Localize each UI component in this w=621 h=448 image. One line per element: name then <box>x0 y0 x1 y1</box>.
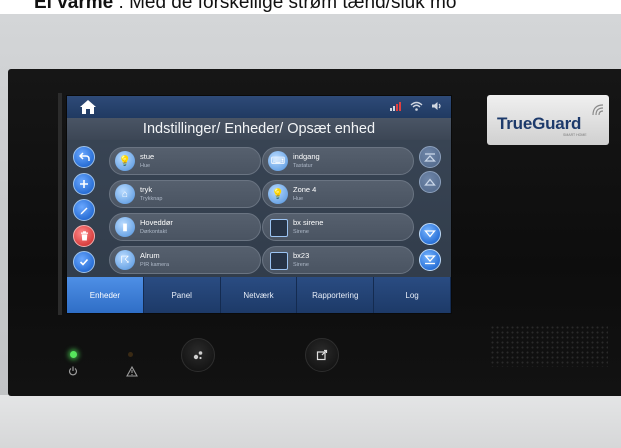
alarm-hardware-button[interactable] <box>181 338 215 372</box>
device-name: bx sirene <box>293 218 324 227</box>
device-tile[interactable]: ⌨ indgang Tastatur <box>262 147 414 175</box>
caption-bold: El varme <box>34 0 114 13</box>
device-type: Sirene <box>293 262 309 268</box>
tab-bar: Enheder Panel Netværk Rapportering Log <box>67 277 451 313</box>
device-type: Sirene <box>293 229 309 235</box>
wifi-icon <box>410 101 423 111</box>
pencil-icon <box>80 207 88 215</box>
tab-rapportering[interactable]: Rapportering <box>297 277 375 313</box>
power-icon <box>68 366 78 379</box>
back-button[interactable] <box>73 146 95 168</box>
device-type: Hue <box>293 196 304 202</box>
tab-netvaerk[interactable]: Netværk <box>221 277 298 313</box>
wall-bottom <box>0 395 621 448</box>
home-icon[interactable] <box>79 99 97 115</box>
device-tile[interactable]: 💡 stue Hue <box>109 147 261 175</box>
exit-icon <box>316 349 328 361</box>
siren-icon <box>270 219 288 237</box>
confirm-button[interactable] <box>73 251 95 273</box>
signal-icon <box>390 102 401 111</box>
tab-enheder[interactable]: Enheder <box>67 277 144 313</box>
device-type: PIR kamera <box>140 262 170 268</box>
device-type: Tastatur <box>293 163 313 169</box>
double-chevron-up-icon <box>424 153 436 162</box>
device-tile[interactable]: ☈ Alrum PIR kamera <box>109 246 261 274</box>
pir-camera-icon: ☈ <box>115 250 135 270</box>
warning-led <box>128 352 133 357</box>
brand-name: TrueGuard <box>497 114 582 133</box>
device-name: tryk <box>140 185 153 194</box>
trueguard-logo: TrueGuard SMART HOME <box>487 95 609 145</box>
bulb-icon: 💡 <box>115 151 135 171</box>
check-icon <box>79 258 89 266</box>
device-name: indgang <box>293 152 320 161</box>
device-tile[interactable]: bx23 Sirene <box>262 246 414 274</box>
edit-button[interactable] <box>73 199 95 221</box>
exit-hardware-button[interactable] <box>305 338 339 372</box>
scroll-up-button[interactable] <box>419 171 441 193</box>
device-tile[interactable]: bx sirene Sirene <box>262 213 414 241</box>
device-type: Dørkontakt <box>140 229 167 235</box>
wireless-signal-icon <box>592 104 604 116</box>
device-name: Zone 4 <box>293 185 317 194</box>
trash-icon <box>80 231 88 241</box>
house-icon: ⌂ <box>115 184 135 204</box>
page-title: Indstillinger/ Enheder/ Opsæt enhed <box>67 118 451 140</box>
add-button[interactable] <box>73 173 95 195</box>
warning-icon <box>126 365 138 380</box>
tab-panel[interactable]: Panel <box>144 277 221 313</box>
device-name: bx23 <box>293 251 310 260</box>
speaker-grille <box>490 325 608 367</box>
device-name: Hoveddør <box>140 218 173 227</box>
device-tile[interactable]: ▮ Hoveddør Dørkontakt <box>109 213 261 241</box>
device-name: Alrum <box>140 251 160 260</box>
device-name: stue <box>140 152 155 161</box>
double-chevron-down-icon <box>424 255 436 265</box>
device-type: Trykknap <box>140 196 163 202</box>
status-bar <box>67 96 451 118</box>
device-type: Hue <box>140 163 151 169</box>
page-caption: El varme : Med de forskellige strøm tænd… <box>34 0 456 14</box>
touch-screen: Indstillinger/ Enheder/ Opsæt enhed 💡 st… <box>66 95 452 314</box>
device-tile[interactable]: ⌂ tryk Trykknap <box>109 180 261 208</box>
plus-icon <box>80 180 88 188</box>
undo-icon <box>78 152 90 161</box>
scroll-top-button[interactable] <box>419 146 441 168</box>
brand-sub: SMART HOME <box>563 133 587 137</box>
door-contact-icon: ▮ <box>115 217 135 237</box>
chevron-down-icon <box>424 230 436 238</box>
chevron-up-icon <box>424 178 436 186</box>
power-led <box>70 351 77 358</box>
volume-icon <box>432 102 441 110</box>
delete-button[interactable] <box>73 225 95 247</box>
scroll-down-button[interactable] <box>419 223 441 245</box>
device-tile[interactable]: 💡 Zone 4 Hue <box>262 180 414 208</box>
siren-icon <box>270 252 288 270</box>
status-icons <box>390 101 443 111</box>
keypad-icon: ⌨ <box>268 151 288 171</box>
caption-text: : Med de forskellige strøm tænd/sluk mo <box>113 0 457 13</box>
bulb-icon: 💡 <box>268 184 288 204</box>
scroll-bottom-button[interactable] <box>419 249 441 271</box>
tab-log[interactable]: Log <box>374 277 451 313</box>
bezel-edge <box>58 93 62 315</box>
alarm-icon <box>193 351 203 360</box>
